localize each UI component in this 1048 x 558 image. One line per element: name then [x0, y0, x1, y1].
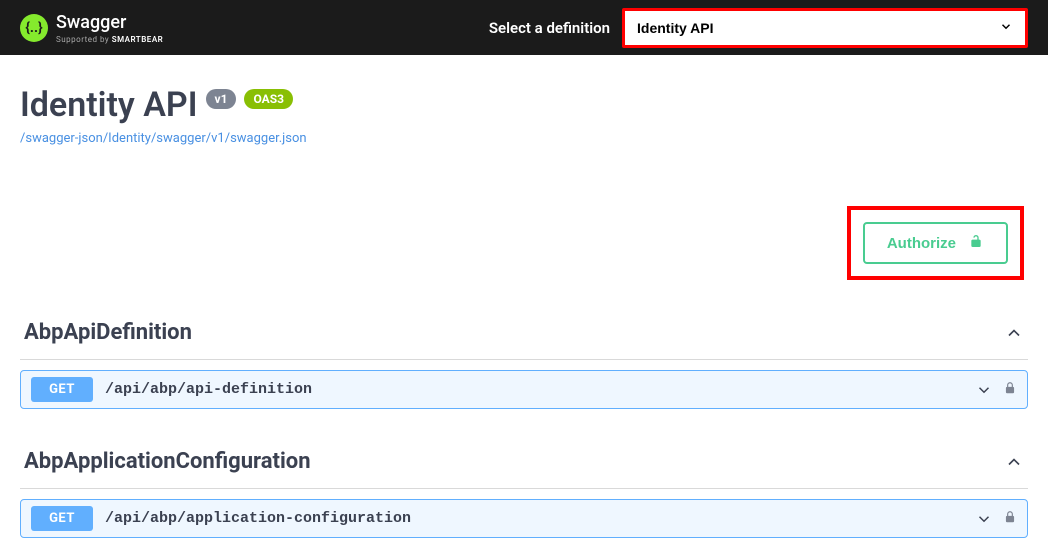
- tag-name: AbpApiDefinition: [24, 320, 192, 345]
- tag-name: AbpApplicationConfiguration: [24, 449, 311, 474]
- tag-header[interactable]: AbpApplicationConfiguration: [20, 439, 1028, 489]
- brand-name: Swagger: [56, 12, 163, 33]
- unlock-icon: [968, 232, 984, 254]
- tag-section: AbpApplicationConfiguration GET /api/abp…: [20, 439, 1028, 538]
- authorize-label: Authorize: [887, 235, 956, 252]
- operation-path: /api/abp/application-configuration: [105, 510, 411, 527]
- chevron-up-icon: [1004, 323, 1024, 343]
- spec-url-link[interactable]: /swagger-json/Identity/swagger/v1/swagge…: [20, 131, 307, 146]
- definition-select-label: Select a definition: [489, 19, 610, 37]
- chevron-up-icon: [1004, 452, 1024, 472]
- swagger-logo-icon: {..}: [20, 14, 48, 42]
- oas-badge: OAS3: [244, 89, 293, 109]
- http-method-badge: GET: [31, 377, 93, 402]
- topbar: {..} Swagger Supported by SMARTBEAR Sele…: [0, 0, 1048, 55]
- auth-section: Authorize: [20, 206, 1028, 280]
- operation-path: /api/abp/api-definition: [105, 381, 312, 398]
- authorize-button[interactable]: Authorize: [863, 222, 1008, 264]
- lock-icon[interactable]: [1003, 509, 1017, 529]
- tag-section: AbpApiDefinition GET /api/abp/api-defini…: [20, 310, 1028, 409]
- definition-select[interactable]: Identity API: [625, 11, 1025, 45]
- authorize-highlight: Authorize: [847, 206, 1024, 280]
- brand-subtext: Supported by SMARTBEAR: [56, 35, 163, 44]
- tag-header[interactable]: AbpApiDefinition: [20, 310, 1028, 360]
- main-content: Identity API v1 OAS3 /swagger-json/Ident…: [0, 55, 1048, 558]
- chevron-down-icon: [975, 381, 993, 399]
- operation-row[interactable]: GET /api/abp/application-configuration: [20, 499, 1028, 538]
- version-badge: v1: [206, 89, 237, 109]
- chevron-down-icon: [975, 510, 993, 528]
- lock-icon[interactable]: [1003, 380, 1017, 400]
- http-method-badge: GET: [31, 506, 93, 531]
- definition-select-highlight: Identity API: [622, 8, 1028, 48]
- swagger-logo: {..} Swagger Supported by SMARTBEAR: [20, 12, 163, 44]
- api-title: Identity API: [20, 85, 198, 125]
- operation-row[interactable]: GET /api/abp/api-definition: [20, 370, 1028, 409]
- api-header: Identity API v1 OAS3: [20, 85, 1028, 125]
